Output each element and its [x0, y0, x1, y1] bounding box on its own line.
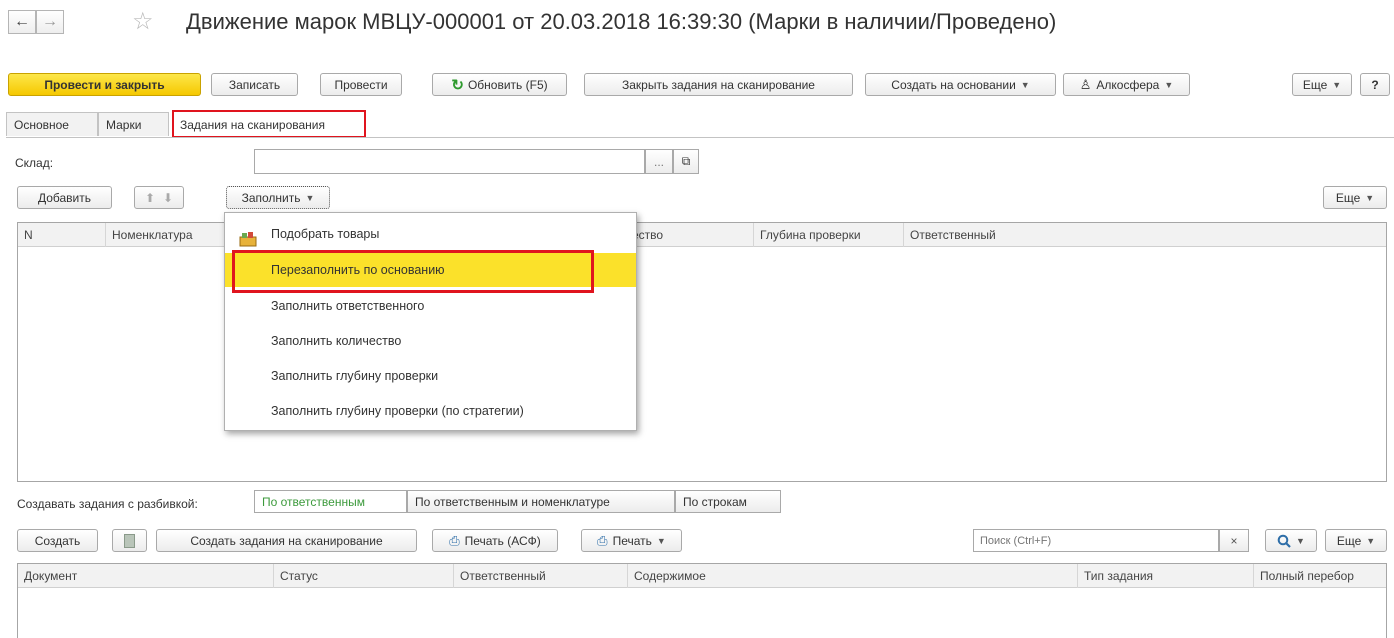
favorite-star-icon[interactable]: ☆ — [132, 7, 154, 36]
save-button[interactable]: Записать — [211, 73, 298, 96]
tab-marks[interactable]: Марки — [98, 112, 169, 136]
warehouse-input[interactable] — [254, 149, 645, 174]
menu-item-fill-responsible[interactable]: Заполнить ответственного — [225, 289, 636, 323]
menu-item-fill-quantity[interactable]: Заполнить количество — [225, 324, 636, 358]
print-label: Печать — [612, 533, 652, 548]
fill-label: Заполнить — [241, 190, 301, 205]
arrow-left-icon: ← — [14, 13, 30, 30]
warehouse-select-button[interactable]: ... — [645, 149, 673, 174]
alcosphere-button[interactable]: ♙ Алкосфера ▼ — [1063, 73, 1190, 96]
menu-item-label: Заполнить глубину проверки — [271, 369, 439, 383]
highlight-frame — [232, 250, 594, 293]
more-button[interactable]: Еще ▼ — [1292, 73, 1352, 96]
fill-button[interactable]: Заполнить ▼ — [226, 186, 330, 209]
pick-goods-icon — [239, 226, 257, 247]
chevron-down-icon: ▼ — [305, 192, 315, 203]
split-by-responsible[interactable]: По ответственным — [254, 490, 407, 513]
search-clear-button[interactable]: × — [1219, 529, 1249, 552]
col-responsible[interactable]: Ответственный — [454, 564, 628, 588]
back-button[interactable]: ← — [8, 10, 36, 34]
printer-icon: ⎙ — [597, 532, 608, 548]
menu-item-label: Заполнить ответственного — [271, 299, 425, 313]
open-form-icon: ⧉ — [681, 154, 691, 168]
col-task-type[interactable]: Тип задания — [1078, 564, 1254, 588]
split-by-responsible-and-nomenclature[interactable]: По ответственным и номенклатуре — [407, 490, 675, 513]
create-based-on-button[interactable]: Создать на основании ▼ — [865, 73, 1056, 96]
chevron-down-icon: ▼ — [656, 535, 666, 546]
chevron-down-icon: ▼ — [1332, 79, 1342, 90]
lower-table[interactable]: Документ Статус Ответственный Содержимое… — [17, 563, 1387, 638]
grid-more-button[interactable]: Еще ▼ — [1323, 186, 1387, 209]
move-down-icon[interactable]: ⬇ — [163, 191, 173, 205]
alcosphere-icon: ♙ — [1079, 76, 1092, 92]
search-button[interactable]: ▼ — [1265, 529, 1317, 552]
col-document[interactable]: Документ — [18, 564, 274, 588]
col-contents[interactable]: Содержимое — [628, 564, 1078, 588]
chevron-down-icon: ▼ — [1366, 535, 1376, 546]
split-label: Создавать задания с разбивкой: — [17, 497, 198, 511]
tab-main[interactable]: Основное — [6, 112, 98, 136]
lower-table-header: Документ Статус Ответственный Содержимое… — [18, 564, 1386, 588]
search-input[interactable] — [973, 529, 1219, 552]
lower-more-button[interactable]: Еще ▼ — [1325, 529, 1387, 552]
copy-button[interactable] — [112, 529, 147, 552]
chevron-down-icon: ▼ — [1296, 535, 1305, 546]
col-status[interactable]: Статус — [274, 564, 454, 588]
move-buttons: ⬆ ⬇ — [134, 186, 184, 209]
close-scan-tasks-button[interactable]: Закрыть задания на сканирование — [584, 73, 853, 96]
refresh-icon: ↻ — [451, 76, 464, 94]
page-title: Движение марок МВЦУ-000001 от 20.03.2018… — [186, 9, 1057, 34]
warehouse-open-button[interactable]: ⧉ — [673, 149, 699, 174]
col-check-depth[interactable]: Глубина проверки — [754, 223, 904, 247]
alcosphere-label: Алкосфера — [1096, 77, 1160, 92]
post-and-close-button[interactable]: Провести и закрыть — [8, 73, 201, 96]
create-based-on-label: Создать на основании — [891, 77, 1016, 92]
move-up-icon[interactable]: ⬆ — [145, 191, 155, 205]
chevron-down-icon: ▼ — [1365, 192, 1375, 203]
menu-item-fill-check-depth[interactable]: Заполнить глубину проверки — [225, 359, 636, 393]
print-asf-button[interactable]: ⎙ Печать (АСФ) — [432, 529, 558, 552]
document-icon — [124, 533, 135, 548]
tab-scan-tasks[interactable]: Задания на сканирования — [172, 110, 366, 138]
col-quantity[interactable]: ество — [626, 223, 754, 247]
forward-button[interactable]: → — [36, 10, 64, 34]
col-responsible[interactable]: Ответственный — [904, 223, 1386, 247]
create-button[interactable]: Создать — [17, 529, 98, 552]
lower-more-label: Еще — [1336, 533, 1362, 548]
menu-item-label: Подобрать товары — [271, 227, 380, 241]
close-icon: × — [1230, 533, 1238, 548]
chevron-down-icon: ▼ — [1020, 79, 1030, 90]
warehouse-label: Склад: — [15, 156, 54, 170]
tab-divider — [6, 137, 1394, 138]
col-n[interactable]: N — [18, 223, 106, 247]
fill-dropdown-menu: Подобрать товары Перезаполнить по основа… — [224, 212, 637, 431]
menu-item-fill-check-depth-strategy[interactable]: Заполнить глубину проверки (по стратегии… — [225, 394, 636, 428]
refresh-button[interactable]: ↻ Обновить (F5) — [432, 73, 567, 96]
more-label: Еще — [1302, 77, 1328, 92]
create-scan-tasks-button[interactable]: Создать задания на сканирование — [156, 529, 417, 552]
refresh-label: Обновить (F5) — [467, 77, 548, 92]
col-full-scan[interactable]: Полный перебор — [1254, 564, 1386, 588]
arrow-right-icon: → — [42, 13, 58, 30]
chevron-down-icon: ▼ — [1164, 79, 1174, 90]
help-button[interactable]: ? — [1360, 73, 1390, 96]
search-icon — [1277, 534, 1291, 548]
add-button[interactable]: Добавить — [17, 186, 112, 209]
split-by-rows[interactable]: По строкам — [675, 490, 781, 513]
menu-item-label: Заполнить глубину проверки (по стратегии… — [271, 404, 524, 418]
print-asf-label: Печать (АСФ) — [464, 533, 541, 548]
printer-icon: ⎙ — [449, 532, 460, 548]
upper-table[interactable]: N Номенклатура ество Глубина проверки От… — [17, 222, 1387, 482]
post-button[interactable]: Провести — [320, 73, 402, 96]
menu-item-label: Заполнить количество — [271, 334, 402, 348]
menu-item-pick-goods[interactable]: Подобрать товары — [225, 217, 636, 251]
grid-more-label: Еще — [1335, 190, 1361, 205]
print-button[interactable]: ⎙ Печать ▼ — [581, 529, 682, 552]
